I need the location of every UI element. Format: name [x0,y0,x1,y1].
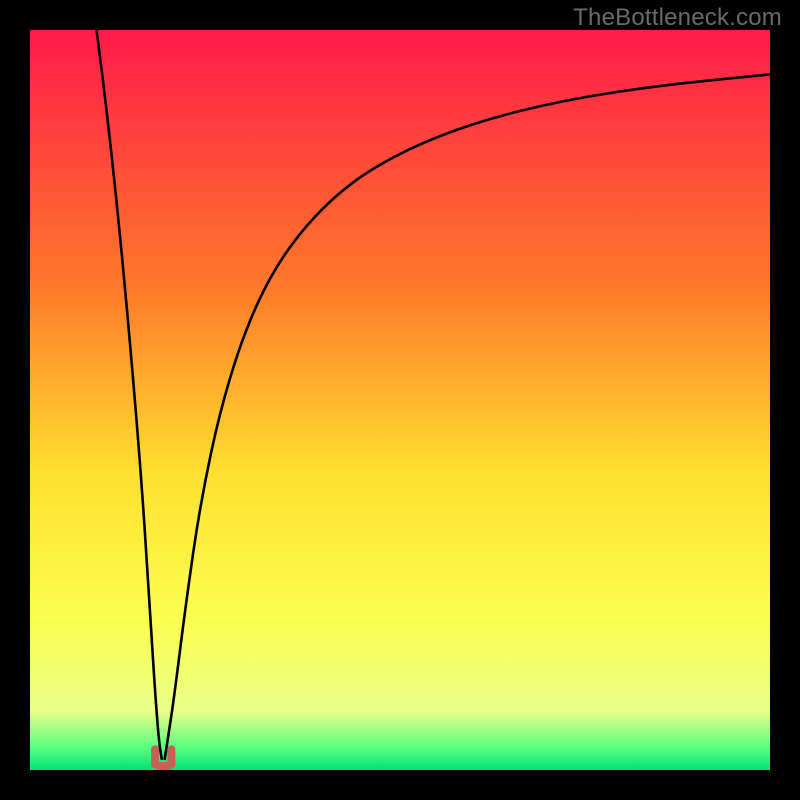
chart-svg [30,30,770,770]
plot-area [30,30,770,770]
chart-frame: TheBottleneck.com [0,0,800,800]
watermark-text: TheBottleneck.com [573,4,782,32]
gradient-background [30,30,770,770]
